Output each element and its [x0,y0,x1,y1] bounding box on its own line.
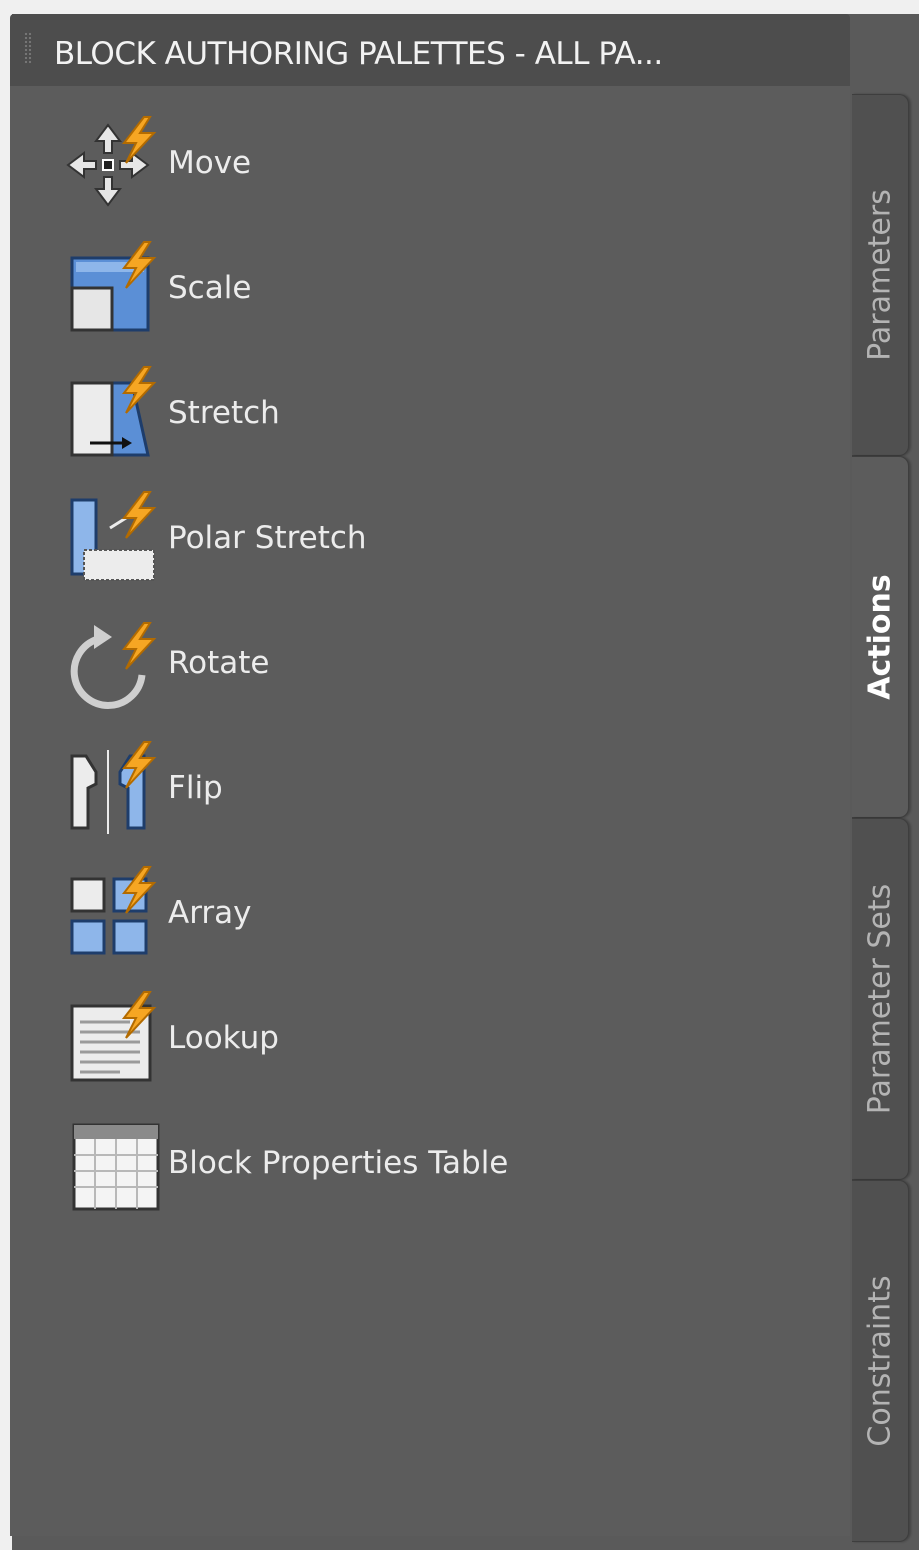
polar-stretch-action-icon [70,491,157,581]
move-action-icon [66,116,157,207]
tab-label: Parameter Sets [862,883,898,1115]
rotate-action-icon [70,622,157,709]
tab-label: Constraints [862,1275,898,1447]
block-properties-table-icon [72,1123,160,1211]
stretch-action-icon [70,366,157,457]
action-label: Polar Stretch [168,520,367,556]
tab-parameters[interactable]: Parameters [852,94,909,456]
flip-action-icon [70,741,157,834]
action-item-lookup[interactable]: Lookup [60,983,760,1093]
action-item-scale[interactable]: Scale [60,233,760,343]
tab-actions[interactable]: Actions [852,456,909,818]
action-label: Flip [168,770,223,806]
action-label: Stretch [168,395,280,431]
tab-parameter-sets[interactable]: Parameter Sets [852,818,909,1180]
action-label: Block Properties Table [168,1145,509,1181]
array-action-icon [70,866,157,955]
palette-titlebar[interactable]: BLOCK AUTHORING PALETTES - ALL PA... [10,14,850,86]
action-label: Array [168,895,252,931]
action-label: Lookup [168,1020,279,1056]
tab-label: Actions [862,574,898,700]
action-label: Rotate [168,645,270,681]
drag-grip-icon[interactable] [24,32,32,64]
action-item-stretch[interactable]: Stretch [60,358,760,468]
action-item-rotate[interactable]: Rotate [60,608,760,718]
palette-tabs: Parameters Actions Parameter Sets Constr… [852,14,919,1550]
action-label: Move [168,145,252,181]
action-item-polar-stretch[interactable]: Polar Stretch [60,483,760,593]
lookup-action-icon [70,991,157,1082]
tab-constraints[interactable]: Constraints [852,1180,909,1542]
action-item-flip[interactable]: Flip [60,733,760,843]
scale-action-icon [70,241,157,332]
palette-content: Move Scale Stretch Polar Stretch Rotate … [10,86,850,1536]
action-item-block-properties-table[interactable]: Block Properties Table [60,1108,760,1218]
action-item-array[interactable]: Array [60,858,760,968]
palette-title: BLOCK AUTHORING PALETTES - ALL PA... [54,36,663,72]
action-label: Scale [168,270,252,306]
tab-label: Parameters [862,189,898,361]
action-item-move[interactable]: Move [60,108,760,218]
